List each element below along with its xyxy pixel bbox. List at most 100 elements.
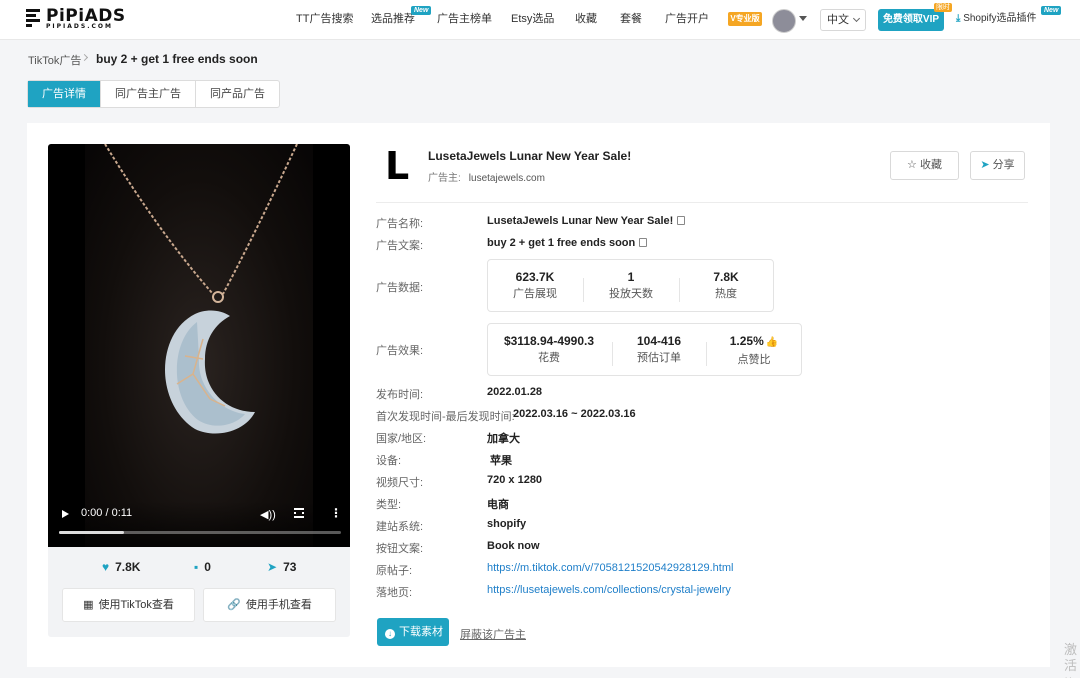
shopify-plugin-link[interactable]: ⤓ Shopify选品插件 xyxy=(956,0,1037,38)
impressions-label: 广告展现 xyxy=(513,288,557,300)
ad-name-text: LusetaJewels Lunar New Year Sale! xyxy=(487,215,674,227)
divider xyxy=(706,342,707,366)
seen-label: 首次发现时间-最后发现时间: xyxy=(376,411,515,423)
like-ratio-label: 点赞比 xyxy=(737,354,771,366)
more-options-icon[interactable]: ⋮ xyxy=(330,506,342,520)
tab-ad-details[interactable]: 广告详情 xyxy=(28,81,101,107)
shares-stat: ➤ 73 xyxy=(267,560,296,574)
download-icon: ↓ xyxy=(385,629,395,639)
nav-advertiser-ranking[interactable]: 广告主榜单 xyxy=(437,0,492,40)
ad-name-label: 广告名称: xyxy=(376,218,424,230)
comment-icon: ▪ xyxy=(194,560,199,574)
copy-icon[interactable] xyxy=(677,216,686,225)
download-assets-button[interactable]: ↓ 下载素材 xyxy=(377,618,449,646)
nav-favorites[interactable]: 收藏 xyxy=(575,0,597,40)
activation-watermark: 激活 转到 xyxy=(1064,642,1080,678)
view-on-tiktok-button[interactable]: ▦ 使用TikTok查看 xyxy=(62,588,195,622)
shares-count: 73 xyxy=(283,560,297,574)
pipiads-logo[interactable]: PiPiADS PIPIADS.COM xyxy=(26,8,126,30)
post-link[interactable]: https://m.tiktok.com/v/70581215205429281… xyxy=(487,562,733,574)
type-value: 电商 xyxy=(487,499,509,511)
watermark-line-2: 转到 xyxy=(1064,674,1080,678)
days-value: 1 xyxy=(627,270,635,284)
detail-tabs: 广告详情 同广告主广告 同产品广告 xyxy=(27,80,280,108)
share-icon: ➤ xyxy=(267,560,278,574)
post-label: 原帖子: xyxy=(376,565,413,577)
chevron-down-icon[interactable] xyxy=(799,16,807,21)
view-on-tiktok-label: 使用TikTok查看 xyxy=(98,599,174,611)
ad-data-label: 广告数据: xyxy=(376,282,424,294)
download-label: 下载素材 xyxy=(399,626,443,638)
landing-link[interactable]: https://lusetajewels.com/collections/cry… xyxy=(487,584,731,596)
video-progress-bar[interactable] xyxy=(59,531,341,534)
breadcrumb-root[interactable]: TikTok广告 xyxy=(28,52,81,68)
avatar[interactable] xyxy=(772,9,796,33)
nav-ad-account[interactable]: 广告开户 xyxy=(665,0,709,40)
comments-count: 0 xyxy=(204,560,211,574)
free-vip-button[interactable]: 免费领取VIP xyxy=(878,9,944,31)
share-label: 分享 xyxy=(992,159,1015,171)
likes-count: 7.8K xyxy=(115,560,141,574)
heat-value: 7.8K xyxy=(713,270,739,284)
like-ratio-metric: 1.25% 👍 点赞比 xyxy=(710,333,798,368)
divider xyxy=(376,202,1028,203)
orders-value: 104-416 xyxy=(636,334,682,348)
likes-stat: ♥ 7.8K xyxy=(102,560,140,574)
language-select[interactable]: 中文 xyxy=(820,9,866,31)
impressions-metric: 623.7K 广告展现 xyxy=(497,269,573,302)
like-ratio-value: 1.25% 👍 xyxy=(710,333,798,351)
ad-effect-label: 广告效果: xyxy=(376,345,424,357)
days-label: 投放天数 xyxy=(609,288,653,300)
advertiser-label: 广告主: xyxy=(428,173,461,184)
copy-icon[interactable] xyxy=(639,238,648,247)
plugin-label: Shopify选品插件 xyxy=(963,13,1037,24)
spend-value: $3118.94-4990.3 xyxy=(503,334,595,348)
block-advertiser-link[interactable]: 屏蔽该广告主 xyxy=(460,626,526,642)
view-on-mobile-button[interactable]: 🔗 使用手机查看 xyxy=(203,588,336,622)
video-player[interactable]: 0:00 / 0:11 ◀)) ⋮ xyxy=(48,144,350,547)
spend-metric: $3118.94-4990.3 花费 xyxy=(494,333,604,366)
size-value: 720 x 1280 xyxy=(487,474,543,486)
link-icon: 🔗 xyxy=(227,599,241,611)
tab-same-product[interactable]: 同产品广告 xyxy=(196,81,279,107)
advertiser-domain[interactable]: lusetajewels.com xyxy=(469,173,545,184)
necklace-image xyxy=(104,144,298,434)
top-header: PiPiADS PIPIADS.COM TT广告搜索 选品推荐 New 广告主榜… xyxy=(0,0,1080,40)
nav-etsy-picks[interactable]: Etsy选品 xyxy=(511,0,554,40)
orders-label: 预估订单 xyxy=(637,352,681,364)
nav-tt-search[interactable]: TT广告搜索 xyxy=(296,0,353,40)
nav-product-picks[interactable]: 选品推荐 xyxy=(371,0,415,40)
paper-plane-icon: ➤ xyxy=(980,159,990,171)
device-label: 设备: xyxy=(376,455,402,467)
cta-value: Book now xyxy=(487,540,540,552)
favorite-button[interactable]: ☆ 收藏 xyxy=(890,151,959,180)
device-value: 苹果 xyxy=(487,452,512,468)
spend-label: 花费 xyxy=(538,352,560,364)
tab-same-advertiser[interactable]: 同广告主广告 xyxy=(101,81,196,107)
nav-plans[interactable]: 套餐 xyxy=(620,0,642,40)
divider xyxy=(583,278,584,302)
watermark-line-1: 激活 xyxy=(1064,642,1078,673)
vip-level-chip[interactable]: V专业版 xyxy=(728,12,762,26)
progress-fill xyxy=(59,531,124,534)
share-button[interactable]: ➤ 分享 xyxy=(970,151,1025,180)
publish-value: 2022.01.28 xyxy=(487,386,543,398)
cta-label: 按钮文案: xyxy=(376,543,424,555)
type-label: 类型: xyxy=(376,499,402,511)
fullscreen-icon[interactable] xyxy=(294,508,304,518)
ad-name-value: LusetaJewels Lunar New Year Sale! xyxy=(487,215,686,227)
platform-value: shopify xyxy=(487,518,527,530)
star-icon: ☆ xyxy=(907,159,917,171)
days-metric: 1 投放天数 xyxy=(593,269,669,302)
play-icon[interactable] xyxy=(62,510,69,518)
divider xyxy=(679,278,680,302)
logo-mark-icon xyxy=(26,8,42,30)
ad-copy-text: buy 2 + get 1 free ends soon xyxy=(487,237,636,249)
like-ratio-text: 1.25% xyxy=(729,334,764,348)
ad-copy-label: 广告文案: xyxy=(376,240,424,252)
logo-text: PiPiADS xyxy=(46,6,126,26)
favorite-label: 收藏 xyxy=(919,159,942,171)
qrcode-icon: ▦ xyxy=(83,599,94,611)
volume-icon[interactable]: ◀)) xyxy=(260,508,276,521)
platform-label: 建站系统: xyxy=(376,521,424,533)
